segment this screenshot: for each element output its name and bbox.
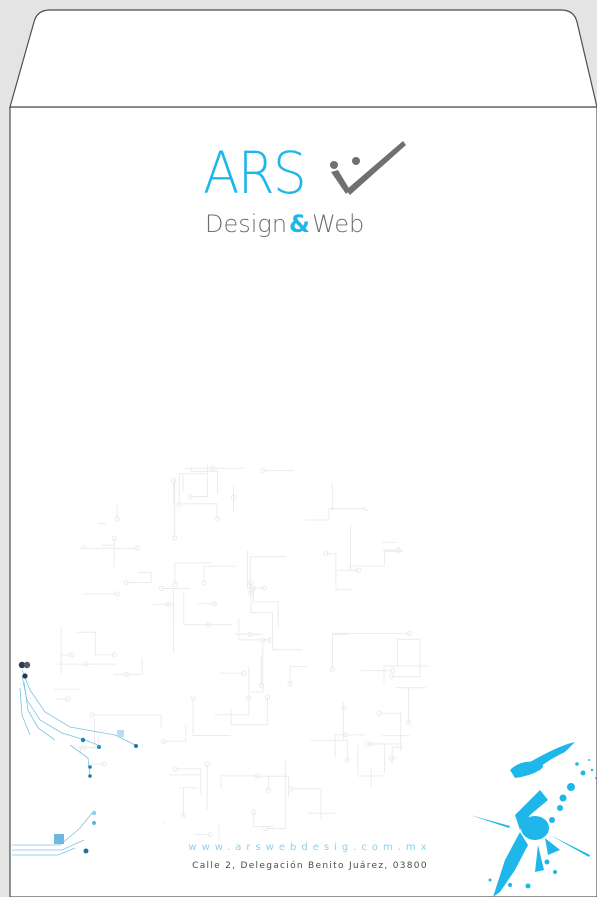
logo-ampersand: & — [289, 210, 310, 238]
logo-web-text: Web — [311, 210, 365, 238]
logo-tagline: Design&Web — [205, 212, 364, 236]
logo-design-text: Design — [205, 210, 288, 238]
envelope-flap — [9, 9, 597, 108]
postal-address: Calle 2, Delegación Benito Juárez, 03800 — [192, 861, 428, 871]
website-url: www.arswebdesig.com.mx — [188, 842, 432, 853]
logo-brand: ARS — [203, 139, 307, 207]
envelope-canvas — [9, 9, 597, 897]
